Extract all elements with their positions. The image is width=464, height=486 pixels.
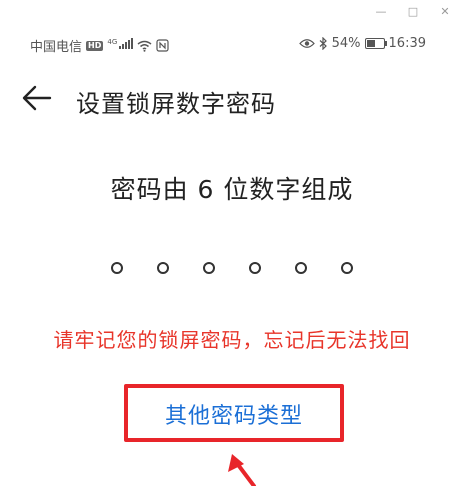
pin-dot — [111, 262, 123, 274]
highlight-box: 其他密码类型 — [124, 384, 344, 442]
battery-icon — [364, 38, 387, 49]
battery-percent: 54% — [331, 36, 361, 51]
signal-icon: 4G — [107, 38, 134, 53]
clock: 16:39 — [388, 36, 426, 51]
carrier-label: 中国电信 — [30, 40, 83, 55]
pin-dot — [157, 262, 169, 274]
close-icon[interactable]: ✕ — [436, 4, 454, 20]
pin-instruction: 密码由 6 位数字组成 — [110, 175, 354, 204]
signal-bars-icon — [119, 38, 134, 49]
window-controls: — □ ✕ — [0, 0, 464, 26]
status-left: 中国电信 HD 4G — [30, 36, 169, 55]
pin-dot — [295, 262, 307, 274]
battery-fill — [366, 40, 376, 47]
wifi-icon — [137, 40, 152, 52]
back-arrow-icon — [22, 85, 52, 111]
pin-dot — [341, 262, 353, 274]
eye-comfort-icon — [298, 39, 315, 48]
pin-dot — [203, 262, 215, 274]
maximize-icon[interactable]: □ — [404, 4, 422, 20]
app-header: 设置锁屏数字密码 — [0, 78, 464, 118]
hd-badge: HD — [86, 40, 104, 51]
pointer-arrow-icon — [228, 454, 256, 486]
other-password-types-button[interactable]: 其他密码类型 — [128, 398, 340, 430]
pin-dots[interactable] — [0, 262, 464, 274]
status-right: 54% 16:39 — [298, 36, 426, 51]
network-type: 4G — [107, 38, 118, 46]
pin-dot — [249, 262, 261, 274]
page-title: 设置锁屏数字密码 — [76, 90, 276, 118]
minimize-icon[interactable]: — — [372, 4, 390, 20]
nfc-icon — [156, 39, 169, 52]
back-button[interactable] — [22, 84, 52, 112]
status-bar: 中国电信 HD 4G 54% 16:39 — [0, 34, 464, 56]
warning-text: 请牢记您的锁屏密码，忘记后无法找回 — [53, 328, 411, 352]
bluetooth-icon — [319, 37, 327, 50]
